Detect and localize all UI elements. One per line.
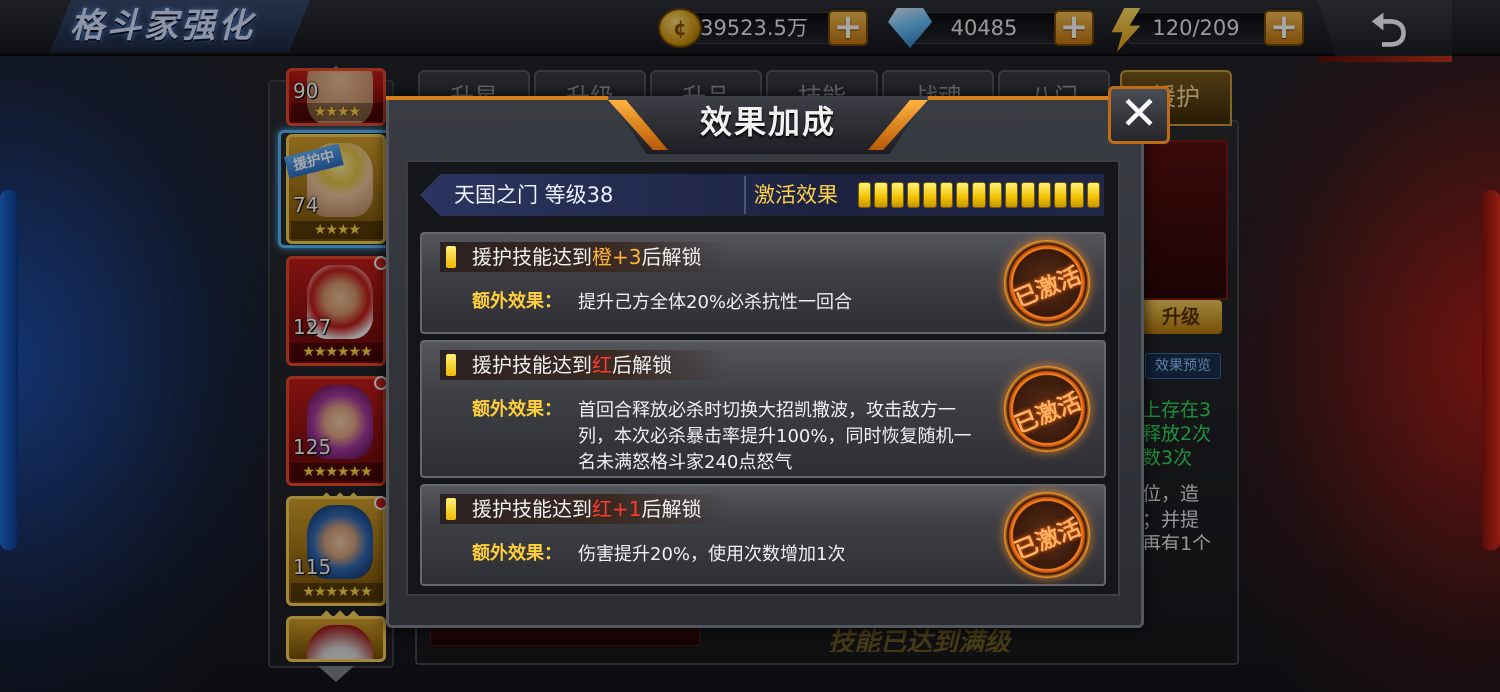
activation-segment xyxy=(1037,182,1051,208)
unlock-tier: 橙+3 xyxy=(592,245,642,269)
modal-title: 效果加成 xyxy=(699,103,836,141)
activation-segment xyxy=(1004,182,1019,208)
close-button[interactable]: ✕ xyxy=(1108,86,1170,144)
activation-segment xyxy=(1021,182,1035,208)
activation-segment xyxy=(923,182,937,208)
effect-marker xyxy=(446,354,456,376)
extra-effect-label: 额外效果： xyxy=(472,543,562,564)
effect-marker xyxy=(446,246,456,268)
activation-progress-bar xyxy=(858,182,1100,208)
activate-effect-label: 激活效果 xyxy=(744,176,854,214)
activation-segment xyxy=(955,182,970,208)
unlock-tier: 红+1 xyxy=(592,497,642,521)
activation-segment xyxy=(1086,182,1100,208)
extra-effect-label: 额外效果： xyxy=(472,399,562,420)
activation-segment xyxy=(906,182,921,208)
effect-marker xyxy=(446,498,456,520)
extra-effect-text: 首回合释放必杀时切换大招凯撒波，攻击敌方一列，本次必杀暴击率提升100%，同时恢… xyxy=(578,400,972,473)
skill-name-level: 天国之门 等级38 xyxy=(454,183,614,207)
activation-segment xyxy=(890,182,904,208)
activation-segment xyxy=(1070,182,1084,208)
activation-segment xyxy=(988,182,1002,208)
extra-effect-text: 伤害提升20%，使用次数增加1次 xyxy=(578,544,846,565)
activation-segment xyxy=(1053,182,1068,208)
activation-segment xyxy=(874,182,888,208)
activation-segment xyxy=(939,182,953,208)
effect-condition: 援护技能达到红+1后解锁 xyxy=(472,497,702,521)
extra-effect-label: 额外效果： xyxy=(472,291,562,312)
activation-segment xyxy=(972,182,986,208)
effect-condition: 援护技能达到橙+3后解锁 xyxy=(472,245,702,269)
extra-effect-text: 提升己方全体20%必杀抗性一回合 xyxy=(578,292,853,313)
activation-segment xyxy=(858,182,872,208)
unlock-tier: 红 xyxy=(592,353,612,377)
effect-condition: 援护技能达到红后解锁 xyxy=(472,353,672,377)
